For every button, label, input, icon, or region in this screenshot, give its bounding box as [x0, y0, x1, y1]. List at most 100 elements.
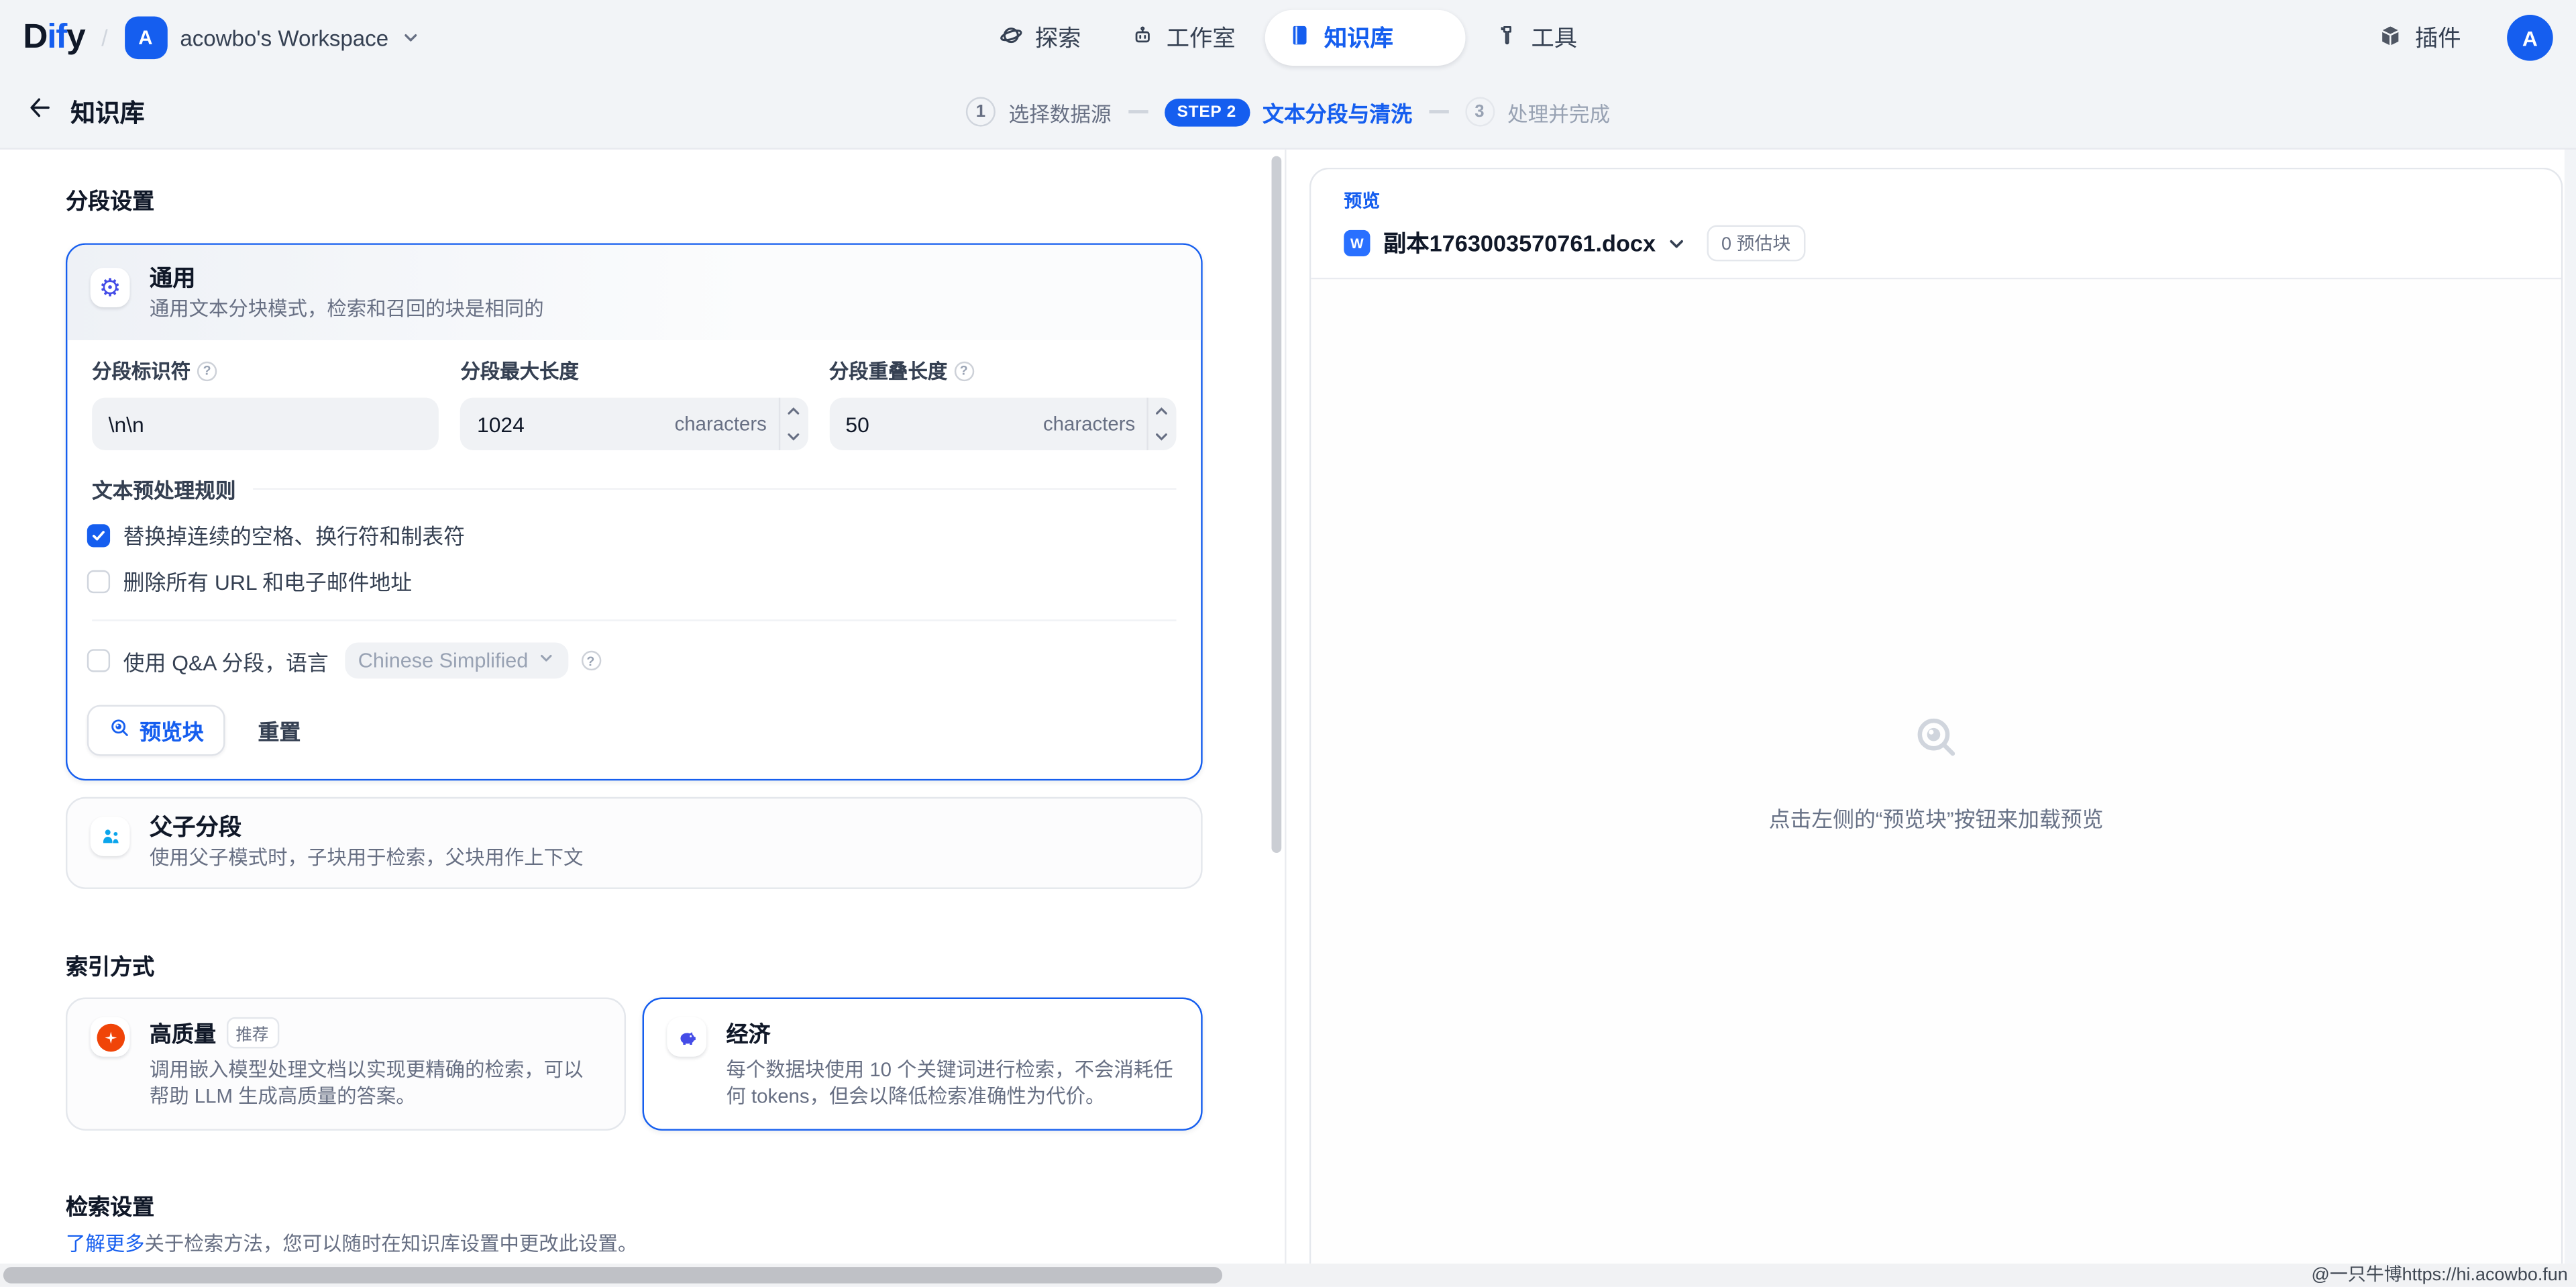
bottom-bar: @一只牛博https://hi.acowbo.fun [0, 1264, 2576, 1286]
step-3: 3 处理并完成 [1464, 96, 1610, 127]
step-1[interactable]: 1 选择数据源 [966, 96, 1112, 127]
field-overlap: 分段重叠长度? characters [829, 356, 1177, 450]
high-quality-title: 高质量 [150, 1015, 216, 1048]
magnifier-eye-icon-large [1910, 711, 1962, 772]
logo-part: y [66, 18, 85, 58]
step-dash [1128, 111, 1147, 113]
preview-file-name: 副本1763003570761.docx [1383, 227, 1656, 260]
chevron-down-icon [402, 28, 421, 48]
qa-label: 使用 Q&A 分段，语言 [123, 645, 329, 676]
main-nav: 探索 工作室 知识库 工具 [979, 0, 1597, 76]
overlap-input[interactable] [845, 411, 944, 436]
overlap-unit: characters [1043, 413, 1135, 435]
preview-file-row: W 副本1763003570761.docx 0 预估块 [1344, 225, 2528, 262]
nav-knowledge[interactable]: 知识库 [1265, 10, 1466, 66]
general-card-header: ⚙ 通用 通用文本分块模式，检索和召回的块是相同的 [67, 245, 1201, 340]
nav-tools[interactable]: 工具 [1475, 10, 1597, 66]
preview-chunks-button[interactable]: 预览块 [87, 705, 225, 756]
preprocess-rules-header: 文本预处理规则 [67, 450, 1201, 505]
general-actions: 预览块 重置 [67, 678, 1201, 778]
max-length-label: 分段最大长度 [461, 356, 579, 384]
book-icon [1288, 23, 1313, 52]
segment-fields: 分段标识符? 分段最大长度 characters [67, 340, 1201, 450]
help-icon[interactable]: ? [581, 651, 600, 670]
max-length-input[interactable] [477, 411, 576, 436]
logo-part: if [47, 18, 66, 58]
stepper-up-icon [780, 398, 808, 424]
index-card-high-quality[interactable]: 高质量 推荐 调用嵌入模型处理文档以实现更精确的检索，可以帮助 LLM 生成高质… [66, 998, 626, 1131]
qa-language-select[interactable]: Chinese Simplified [345, 643, 568, 679]
step-2-badge: STEP 2 [1164, 98, 1250, 126]
mode-card-parent-child[interactable]: 父子分段 使用父子模式时，子块用于检索，父块用作上下文 [66, 797, 1203, 889]
workspace-switcher[interactable]: A acowbo's Workspace [124, 16, 421, 59]
wizard-steps: 1 选择数据源 STEP 2 文本分段与清洗 3 处理并完成 [966, 96, 1610, 127]
stepper-down-icon [1148, 424, 1177, 450]
delimiter-label: 分段标识符 [92, 356, 191, 384]
help-icon[interactable]: ? [954, 361, 973, 380]
preview-header: 预览 W 副本1763003570761.docx 0 预估块 [1311, 169, 2561, 279]
estimated-chunks-badge: 0 预估块 [1707, 225, 1805, 262]
preview-card: 预览 W 副本1763003570761.docx 0 预估块 点击左侧的“预览… [1309, 168, 2563, 1264]
horizontal-scrollbar[interactable] [3, 1267, 1222, 1283]
learn-more-link[interactable]: 了解更多 [66, 1233, 145, 1255]
high-quality-desc: 调用嵌入模型处理文档以实现更精确的检索，可以帮助 LLM 生成高质量的答案。 [150, 1057, 601, 1109]
robot-icon [1130, 23, 1155, 52]
vertical-scrollbar[interactable] [1272, 156, 1282, 853]
user-avatar[interactable]: A [2507, 15, 2553, 61]
checkbox-checked[interactable] [87, 523, 110, 546]
docx-file-icon: W [1344, 230, 1370, 256]
chevron-down-icon [537, 649, 555, 672]
section-title-segmentation: 分段设置 [66, 183, 1203, 215]
settings-panel: 分段设置 ⚙ 通用 通用文本分块模式，检索和召回的块是相同的 分段标识符? [0, 150, 1287, 1264]
index-method-cards: 高质量 推荐 调用嵌入模型处理文档以实现更精确的检索，可以帮助 LLM 生成高质… [66, 998, 1203, 1131]
preview-panel: 预览 W 副本1763003570761.docx 0 预估块 点击左侧的“预览… [1287, 150, 2565, 1264]
overlap-label: 分段重叠长度 [829, 356, 947, 384]
index-card-economical[interactable]: 经济 每个数据块使用 10 个关键词进行检索，不会消耗任何 tokens，但会以… [643, 998, 1203, 1131]
nav-right: 插件 A [2357, 10, 2553, 66]
section-title-retrieval: 检索设置 [66, 1188, 1203, 1221]
step-1-circle: 1 [966, 97, 996, 126]
mode-card-general[interactable]: ⚙ 通用 通用文本分块模式，检索和召回的块是相同的 分段标识符? 分段最大长度 [66, 243, 1203, 780]
file-select-chevron-icon[interactable] [1666, 233, 1687, 254]
page-title: 知识库 [70, 95, 144, 129]
section-title-index: 索引方式 [66, 948, 1203, 981]
preview-empty-text: 点击左侧的“预览块”按钮来加载预览 [1769, 801, 2104, 833]
checkbox-unchecked[interactable] [87, 570, 110, 593]
reset-button[interactable]: 重置 [258, 715, 301, 746]
sub-header: 知识库 1 选择数据源 STEP 2 文本分段与清洗 3 处理并完成 [0, 76, 2576, 148]
sparkle-icon [91, 1017, 130, 1057]
rule-label: 删除所有 URL 和电子邮件地址 [123, 565, 412, 597]
max-length-stepper[interactable] [778, 398, 808, 450]
general-title: 通用 [150, 263, 544, 293]
preprocess-rules-title: 文本预处理规则 [92, 473, 235, 505]
parent-child-icon [91, 817, 130, 856]
stepper-up-icon [1148, 398, 1177, 424]
nav-label: 工具 [1531, 21, 1577, 54]
rule-row-whitespace: 替换掉连续的空格、换行符和制表符 [67, 505, 1201, 551]
gear-icon: ⚙ [91, 268, 130, 307]
parent-child-title: 父子分段 [150, 812, 584, 841]
delimiter-input[interactable] [109, 411, 439, 436]
magnifier-eye-icon [109, 717, 131, 745]
preview-empty-state: 点击左侧的“预览块”按钮来加载预览 [1311, 279, 2561, 1264]
nav-studio[interactable]: 工作室 [1111, 10, 1256, 66]
recommended-badge: 推荐 [226, 1017, 278, 1048]
qa-checkbox[interactable] [87, 649, 110, 672]
help-icon[interactable]: ? [197, 361, 217, 380]
workspace-name: acowbo's Workspace [180, 25, 388, 50]
step-2[interactable]: STEP 2 文本分段与清洗 [1164, 96, 1412, 127]
qa-language-value: Chinese Simplified [358, 649, 529, 672]
back-button[interactable] [26, 94, 54, 130]
page: Dify / A acowbo's Workspace 探索 工作室 知识库 工… [0, 0, 2576, 1287]
content: 分段设置 ⚙ 通用 通用文本分块模式，检索和召回的块是相同的 分段标识符? [0, 148, 2576, 1264]
qa-row: 使用 Q&A 分段，语言 Chinese Simplified ? [67, 621, 1201, 679]
nav-explore[interactable]: 探索 [979, 10, 1101, 66]
overlap-stepper[interactable] [1146, 398, 1176, 450]
nav-label: 探索 [1035, 21, 1081, 54]
nav-label: 插件 [2415, 21, 2461, 54]
step-2-label: 文本分段与清洗 [1263, 96, 1412, 127]
logo-part: D [23, 18, 47, 58]
retrieval-hint-text: 关于检索方法，您可以随时在知识库设置中更改此设置。 [145, 1233, 638, 1255]
dify-logo[interactable]: Dify [23, 18, 85, 58]
nav-plugins[interactable]: 插件 [2357, 10, 2481, 66]
